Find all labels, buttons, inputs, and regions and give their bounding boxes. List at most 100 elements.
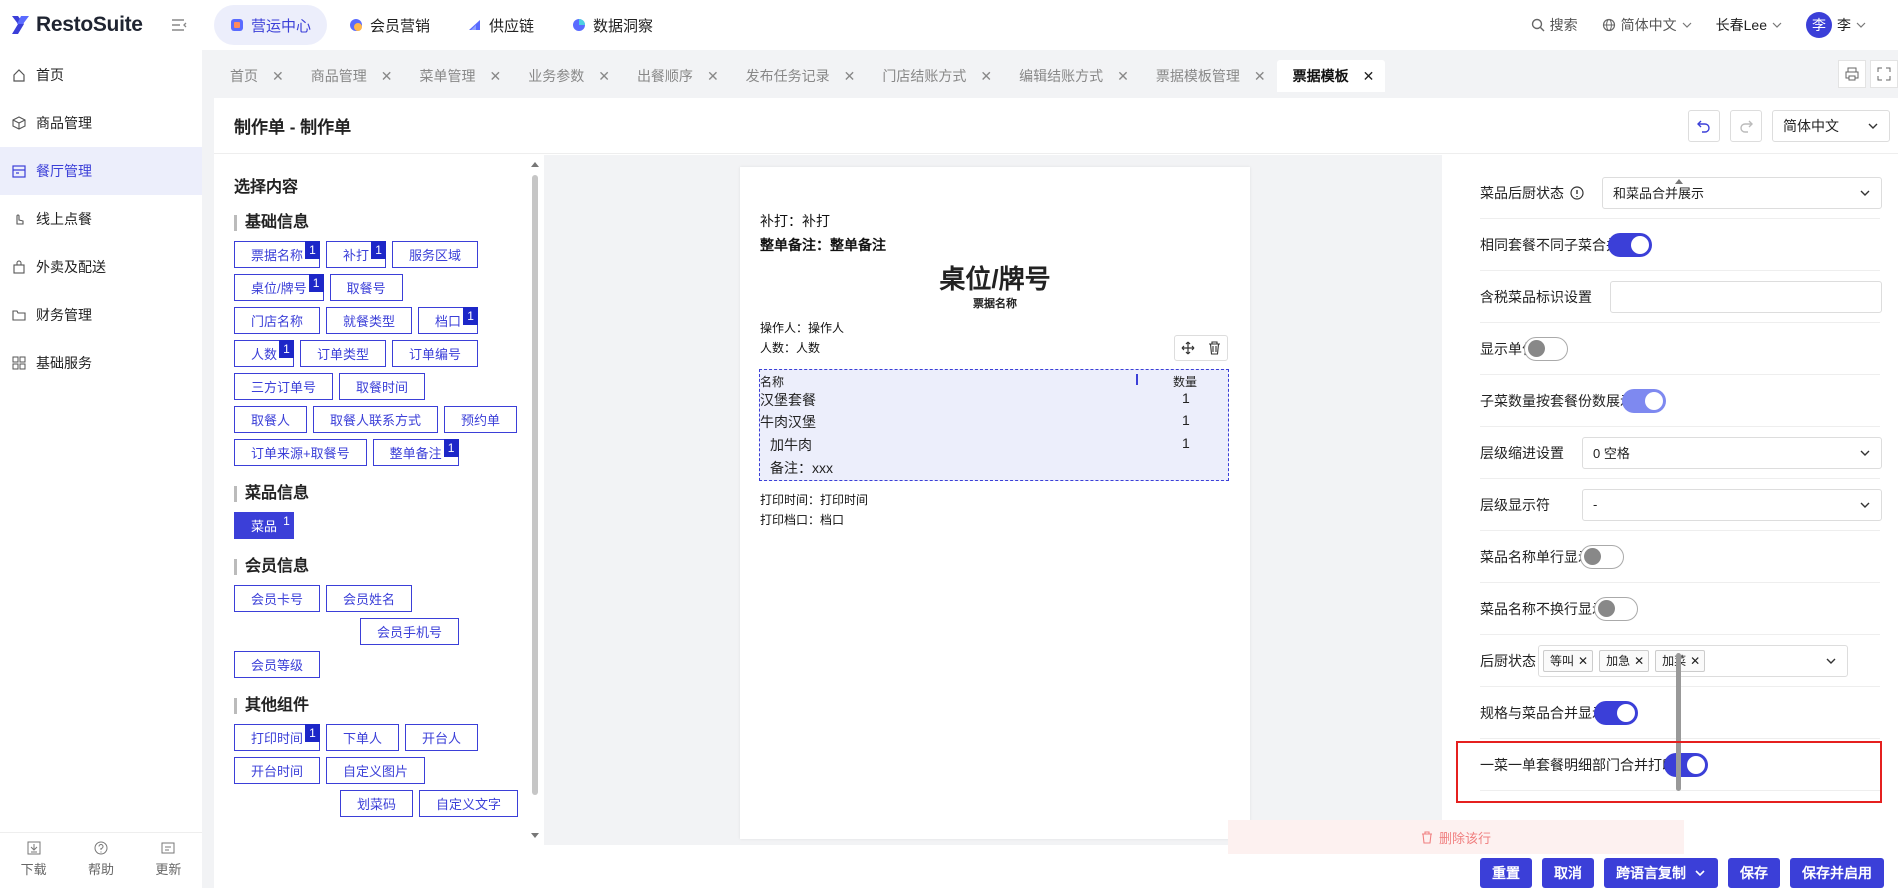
topnav-member-marketing[interactable]: 会员营销 — [333, 5, 446, 45]
close-icon[interactable]: ✕ — [980, 68, 992, 85]
tag-close-icon[interactable]: ✕ — [1690, 654, 1700, 668]
show-unit-toggle[interactable] — [1524, 336, 1568, 361]
template-language-select[interactable]: 简体中文 — [1772, 110, 1890, 142]
chip[interactable]: 订单编号 — [392, 340, 479, 367]
chip[interactable]: 自定义文字 — [419, 790, 519, 817]
chip[interactable]: 档口 1 — [418, 307, 479, 334]
receipt-table-number[interactable]: 桌位/牌号 — [740, 259, 1250, 296]
chip[interactable]: 服务区域 — [392, 241, 479, 268]
receipt-note[interactable]: 整单备注：整单备注 — [760, 235, 886, 255]
column-resize-handle[interactable] — [1136, 374, 1138, 385]
download-button[interactable]: 下载 — [21, 841, 47, 888]
chip[interactable]: 门店名称 — [234, 307, 321, 334]
receipt-ticket-name[interactable]: 票据名称 — [740, 295, 1250, 311]
chip[interactable]: 票据名称 1 — [234, 241, 321, 268]
chip[interactable]: 会员卡号 — [234, 585, 321, 612]
close-icon[interactable]: ✕ — [1254, 68, 1266, 85]
chip[interactable]: 划菜码 — [340, 790, 414, 817]
dish-table[interactable]: 名称 数量 汉堡套餐 1 牛肉汉堡 1 加牛肉 1 备注：xxx — [759, 369, 1229, 481]
chip[interactable]: 人数 1 — [234, 340, 295, 367]
topnav-supply-chain[interactable]: 供应链 — [452, 5, 550, 45]
receipt-print-time[interactable]: 打印时间：打印时间 — [760, 491, 868, 508]
trash-icon[interactable] — [1208, 341, 1221, 355]
topnav-data-insight[interactable]: 数据洞察 — [556, 5, 669, 45]
kitchen-status-tags[interactable]: 等叫 ✕ 加急 ✕ 加菜 ✕ — [1538, 644, 1848, 677]
chip[interactable]: 会员手机号 — [360, 618, 460, 645]
tab-products[interactable]: 商品管理 ✕ — [295, 60, 404, 92]
chip[interactable]: 下单人 — [326, 724, 400, 751]
tab-business-params[interactable]: 业务参数 ✕ — [512, 60, 621, 92]
chip[interactable]: 就餐类型 — [326, 307, 413, 334]
sidebar-item-online-order[interactable]: 线上点餐 — [0, 195, 202, 243]
sidebar-item-restaurant[interactable]: 餐厅管理 — [0, 147, 202, 195]
save-button[interactable]: 保存 — [1728, 858, 1780, 888]
chip[interactable]: 取餐号 — [329, 274, 403, 301]
close-icon[interactable]: ✕ — [381, 68, 393, 85]
receipt-reprint[interactable]: 补打：补打 — [760, 211, 830, 231]
sidebar-item-products[interactable]: 商品管理 — [0, 99, 202, 147]
cross-language-copy-button[interactable]: 跨语言复制 — [1604, 858, 1718, 888]
chip[interactable]: 桌位/牌号 1 — [234, 274, 324, 301]
language-switch[interactable]: 简体中文 — [1602, 15, 1692, 35]
close-icon[interactable]: ✕ — [707, 68, 719, 85]
chip[interactable]: 菜品 1 — [234, 512, 295, 539]
tag-close-icon[interactable]: ✕ — [1578, 654, 1588, 668]
name-single-line-toggle[interactable] — [1580, 544, 1624, 569]
redo-button[interactable] — [1730, 110, 1762, 142]
undo-button[interactable] — [1688, 110, 1720, 142]
tab-store-payment[interactable]: 门店结账方式 ✕ — [866, 60, 1003, 92]
chip[interactable]: 预约单 — [444, 406, 518, 433]
close-icon[interactable]: ✕ — [489, 68, 501, 85]
close-icon[interactable]: ✕ — [844, 68, 856, 85]
chip[interactable]: 订单类型 — [300, 340, 387, 367]
tab-serving-order[interactable]: 出餐顺序 ✕ — [621, 60, 730, 92]
chip[interactable]: 取餐人 — [234, 406, 308, 433]
close-icon[interactable]: ✕ — [1363, 68, 1375, 85]
tab-template-management[interactable]: 票据模板管理 ✕ — [1140, 60, 1277, 92]
chip[interactable]: 会员等级 — [234, 651, 321, 678]
reset-button[interactable]: 重置 — [1480, 858, 1532, 888]
close-icon[interactable]: ✕ — [272, 68, 284, 85]
search-button[interactable]: 搜索 — [1531, 15, 1578, 35]
topnav-operations[interactable]: 营运中心 — [214, 5, 328, 45]
receipt-people[interactable]: 人数：人数 — [760, 339, 820, 356]
collapse-menu-icon[interactable] — [171, 18, 187, 32]
tab-home[interactable]: 首页 ✕ — [214, 60, 295, 92]
sidebar-item-finance[interactable]: 财务管理 — [0, 291, 202, 339]
tab-edit-payment[interactable]: 编辑结账方式 ✕ — [1003, 60, 1140, 92]
store-switch[interactable]: 长春Lee — [1716, 15, 1782, 35]
tab-publish-records[interactable]: 发布任务记录 ✕ — [730, 60, 867, 92]
print-view-button[interactable] — [1838, 60, 1866, 88]
close-icon[interactable]: ✕ — [598, 68, 610, 85]
sub-dish-qty-toggle[interactable] — [1622, 388, 1666, 413]
chip[interactable]: 开台时间 — [234, 757, 321, 784]
spec-merge-toggle[interactable] — [1594, 700, 1638, 725]
receipt-operator[interactable]: 操作人：操作人 — [760, 319, 844, 336]
sidebar-item-home[interactable]: 首页 — [0, 51, 202, 99]
properties-scrollbar[interactable] — [1675, 179, 1683, 791]
indent-select[interactable]: 0 空格 — [1582, 436, 1882, 469]
cancel-button[interactable]: 取消 — [1542, 858, 1594, 888]
chooser-scrollbar[interactable] — [530, 161, 539, 839]
fullscreen-button[interactable] — [1870, 60, 1898, 88]
chip[interactable]: 三方订单号 — [234, 373, 334, 400]
tab-receipt-template[interactable]: 票据模板 ✕ — [1276, 60, 1386, 92]
receipt-print-stall[interactable]: 打印档口：档口 — [760, 511, 844, 528]
chip[interactable]: 订单来源+取餐号 — [234, 439, 367, 466]
chip[interactable]: 补打 1 — [326, 241, 387, 268]
save-enable-button[interactable]: 保存并启用 — [1790, 858, 1884, 888]
sidebar-item-delivery[interactable]: 外卖及配送 — [0, 243, 202, 291]
name-nowrap-toggle[interactable] — [1594, 596, 1638, 621]
chip[interactable]: 自定义图片 — [326, 757, 426, 784]
scrollbar-thumb[interactable] — [532, 175, 538, 795]
chip[interactable]: 取餐时间 — [339, 373, 426, 400]
tab-menu[interactable]: 菜单管理 ✕ — [403, 60, 512, 92]
level-symbol-select[interactable]: - — [1582, 488, 1882, 521]
close-icon[interactable]: ✕ — [1117, 68, 1129, 85]
info-icon[interactable] — [1570, 185, 1584, 200]
merge-combo-toggle[interactable] — [1608, 232, 1652, 257]
tax-mark-input[interactable] — [1610, 280, 1882, 313]
user-menu[interactable]: 李 李 — [1806, 12, 1866, 38]
chip[interactable]: 开台人 — [405, 724, 479, 751]
update-button[interactable]: 更新 — [155, 841, 181, 888]
